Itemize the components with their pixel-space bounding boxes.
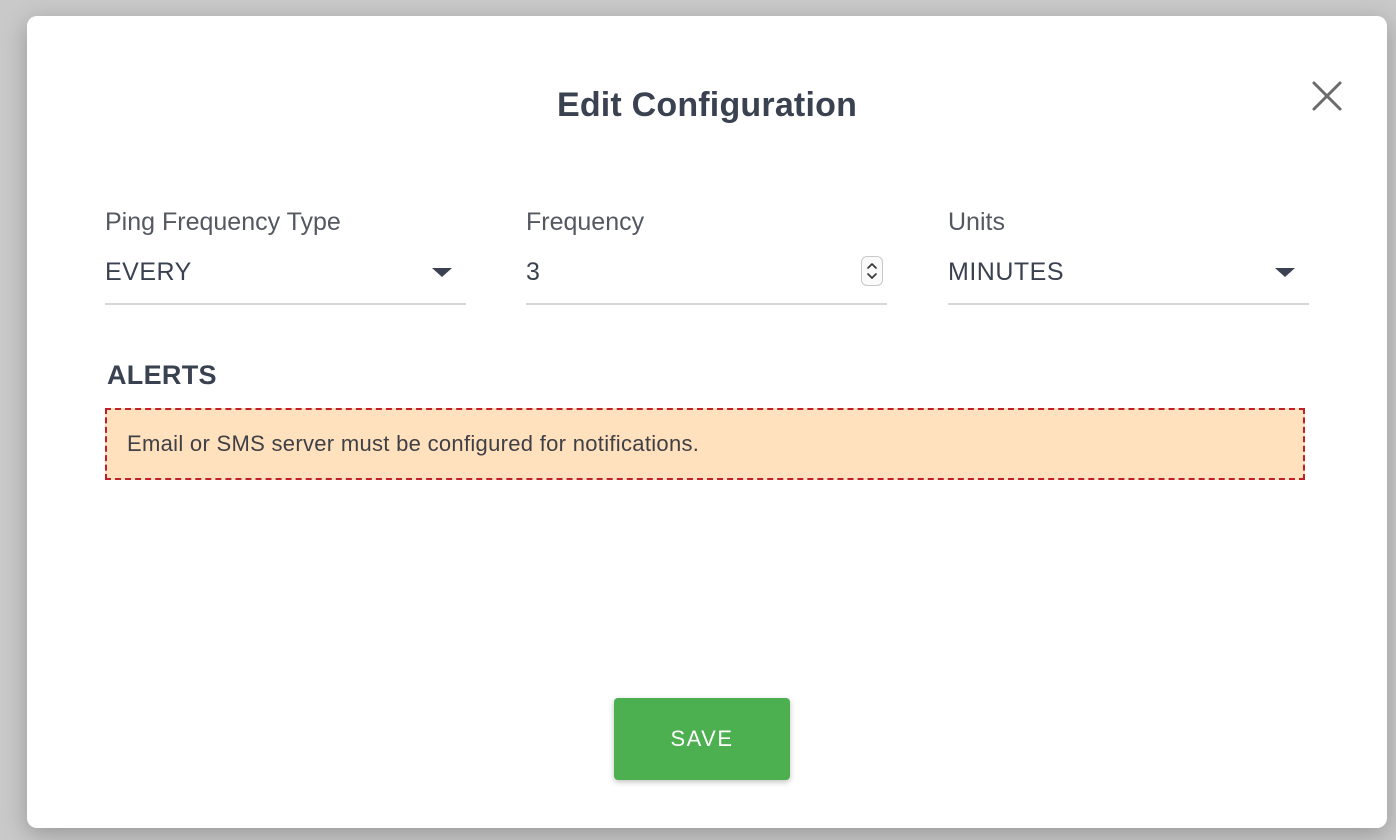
units-label: Units [948, 208, 1005, 236]
units-field: Units MINUTES [948, 206, 1309, 305]
ping-frequency-type-select[interactable]: EVERY [105, 256, 466, 305]
frequency-value: 3 [526, 258, 541, 286]
edit-configuration-dialog: Edit Configuration Ping Frequency Type E… [27, 16, 1387, 828]
alert-message: Email or SMS server must be configured f… [127, 431, 700, 456]
number-spinner-icon[interactable] [861, 256, 883, 286]
units-value: MINUTES [948, 258, 1064, 286]
alert-warning-box: Email or SMS server must be configured f… [105, 408, 1305, 480]
ping-frequency-type-field: Ping Frequency Type EVERY [105, 206, 466, 305]
units-select[interactable]: MINUTES [948, 256, 1309, 305]
frequency-input[interactable]: 3 [526, 256, 887, 305]
caret-down-icon [432, 268, 452, 277]
frequency-field: Frequency 3 [526, 206, 887, 305]
ping-frequency-type-value: EVERY [105, 258, 192, 286]
ping-frequency-type-label: Ping Frequency Type [105, 208, 341, 236]
save-button[interactable]: SAVE [614, 698, 790, 780]
alerts-heading: ALERTS [107, 360, 217, 390]
caret-down-icon [1275, 268, 1295, 277]
dialog-title: Edit Configuration [556, 86, 858, 124]
frequency-label: Frequency [526, 208, 645, 236]
close-icon[interactable] [1309, 78, 1345, 114]
